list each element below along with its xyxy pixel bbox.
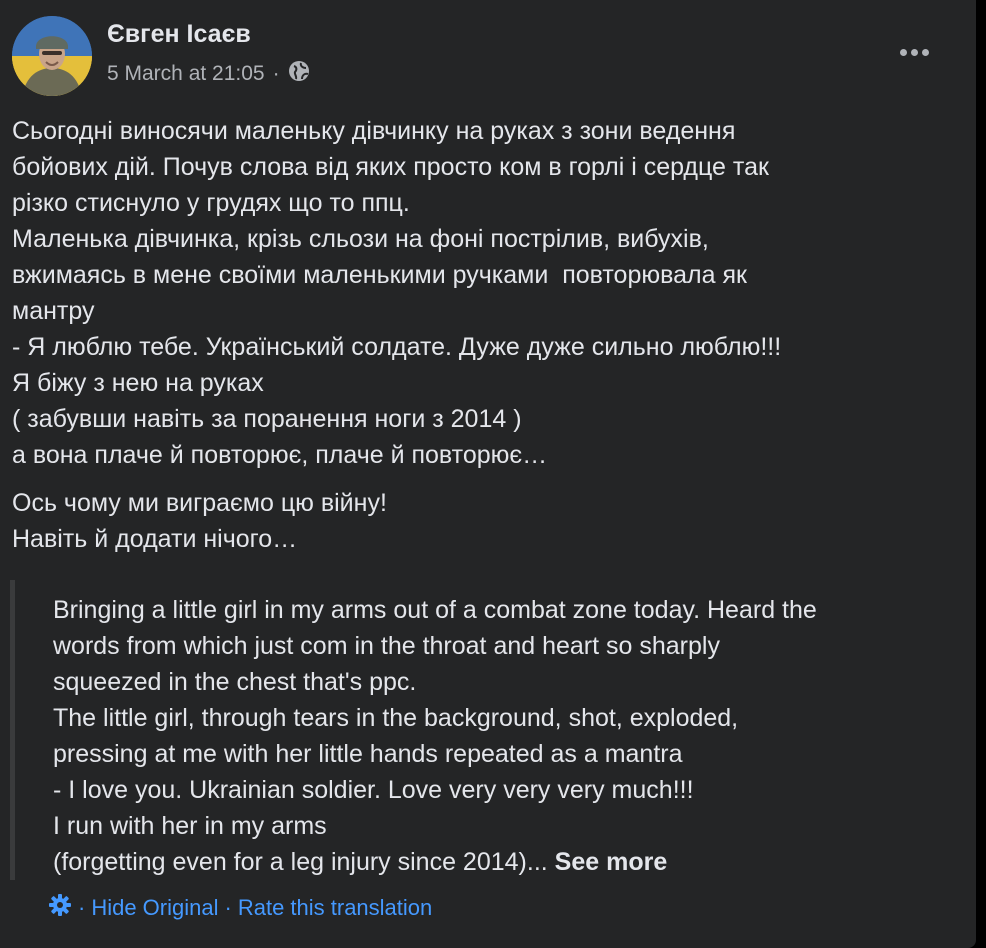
text-line: (forgetting even for a leg injury since …: [53, 848, 555, 876]
rate-translation-link[interactable]: Rate this translation: [238, 895, 432, 921]
avatar-photo: [12, 16, 92, 96]
more-dot: [910, 48, 918, 56]
post-options-button[interactable]: [890, 32, 938, 72]
hide-original-link[interactable]: Hide Original: [91, 895, 218, 921]
text-line: Маленька дівчинка, крізь сльози на фоні …: [12, 225, 709, 253]
text-line: Я біжу з нею на руках: [12, 369, 264, 397]
text-line: squeezed in the chest that's ppc.: [53, 668, 417, 696]
post-text: Сьогодні виносячи маленьку дівчинку на р…: [12, 113, 964, 557]
text-line: ( забувши навіть за поранення ноги з 201…: [12, 405, 522, 433]
see-more-link[interactable]: See more: [555, 848, 668, 876]
controls-separator: ·: [224, 895, 232, 920]
gear-icon[interactable]: [48, 893, 72, 923]
translation-block: Bringing a little girl in my arms out of…: [10, 580, 966, 880]
text-line: - Я люблю тебе. Український солдате. Дуж…: [12, 333, 782, 361]
text-line: words from which just com in the throat …: [53, 632, 720, 660]
text-line: pressing at me with her little hands rep…: [53, 740, 683, 768]
text-line: Bringing a little girl in my arms out of…: [53, 596, 817, 624]
translation-controls: · Hide Original · Rate this translation: [48, 893, 432, 923]
controls-separator: ·: [78, 895, 86, 920]
text-line: - I love you. Ukrainian soldier. Love ve…: [53, 776, 694, 804]
translation-text: Bringing a little girl in my arms out of…: [53, 592, 973, 880]
text-line: The little girl, through tears in the ba…: [53, 704, 739, 732]
text-line: Сьогодні виносячи маленьку дівчинку на р…: [12, 117, 736, 145]
text-line: Ось чому ми виграємо цю війну!: [12, 489, 387, 517]
meta-separator: ·: [272, 62, 280, 85]
text-line: вжимаясь в мене своїми маленькими ручкам…: [12, 261, 747, 289]
text-line: I run with her in my arms: [53, 812, 327, 840]
text-line: бойових дій. Почув слова від яких просто…: [12, 153, 769, 181]
post-meta: 5 March at 21:05 ·: [107, 60, 310, 88]
text-line: різко стиснуло у грудях що то ппц.: [12, 189, 410, 217]
text-line: Навіть й додати нічого…: [12, 525, 298, 553]
author-avatar[interactable]: [12, 16, 92, 96]
post-paragraph-1: Сьогодні виносячи маленьку дівчинку на р…: [12, 113, 964, 473]
globe-icon: [288, 60, 310, 88]
author-name[interactable]: Євген Ісаєв: [107, 20, 251, 49]
more-dot: [899, 48, 907, 56]
more-dot: [921, 48, 929, 56]
text-line: а вона плаче й повторює, плаче й повторю…: [12, 441, 548, 469]
post-card: Євген Ісаєв 5 March at 21:05 · Сьогодні …: [0, 0, 976, 948]
post-header: Євген Ісаєв 5 March at 21:05 ·: [12, 16, 964, 96]
text-line: мантру: [12, 297, 95, 325]
post-paragraph-2: Ось чому ми виграємо цю війну! Навіть й …: [12, 485, 964, 557]
post-timestamp[interactable]: 5 March at 21:05: [107, 62, 265, 86]
